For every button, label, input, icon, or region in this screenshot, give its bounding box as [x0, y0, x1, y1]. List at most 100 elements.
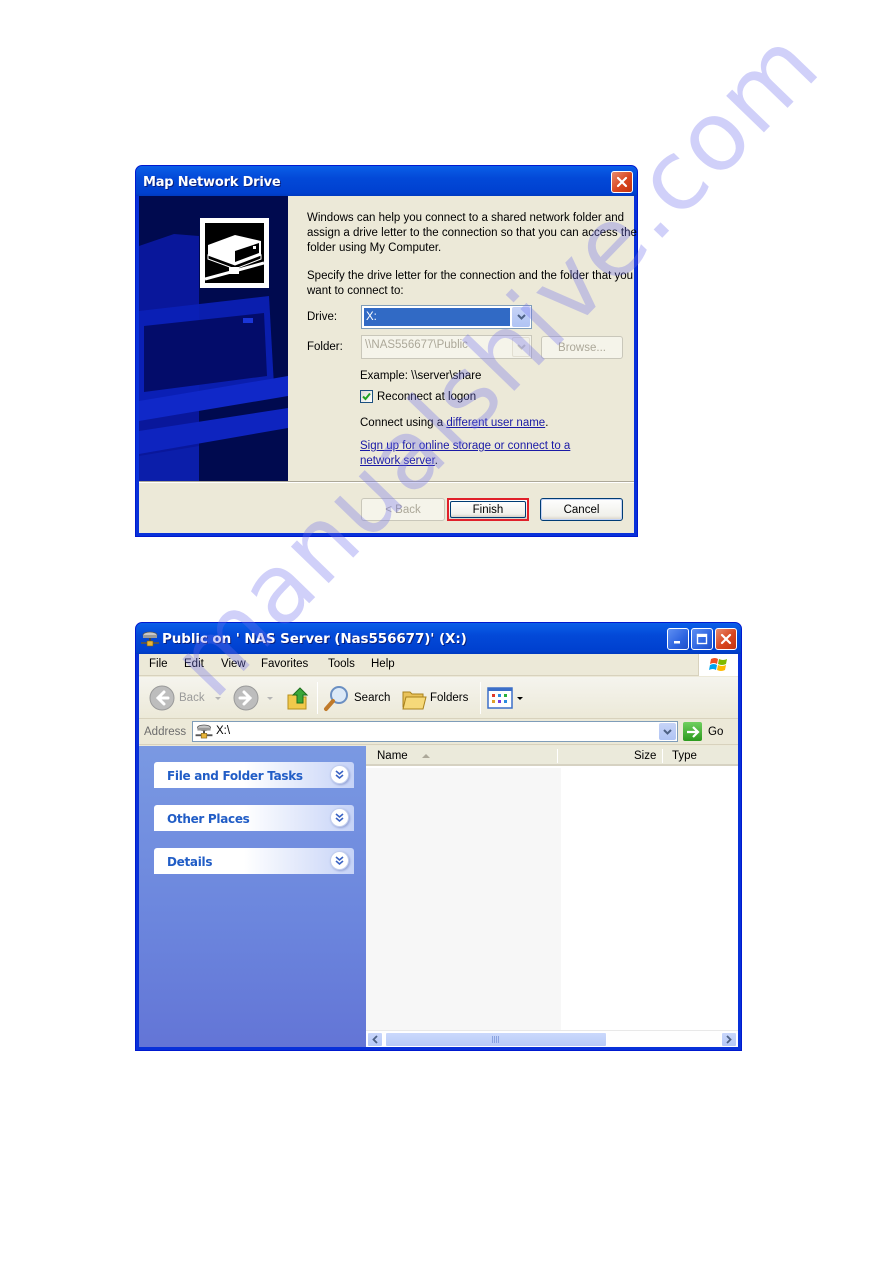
menu-tools[interactable]: Tools: [328, 658, 355, 670]
address-label: Address: [144, 726, 187, 738]
minimize-icon: [674, 641, 680, 644]
example-text: Example: \\server\share: [360, 370, 482, 382]
close-icon: [720, 633, 732, 645]
dialog-separator: [139, 481, 634, 483]
column-header-type[interactable]: Type: [672, 750, 697, 762]
chevron-down-icon: [663, 728, 672, 735]
explorer-title-bar[interactable]: Public on ' NAS Server (Nas556677)' (X:): [136, 623, 741, 654]
folders-label: Folders: [430, 692, 469, 704]
forward-arrow-icon: [233, 685, 259, 711]
go-button[interactable]: Go: [683, 722, 723, 741]
forward-button[interactable]: [233, 684, 275, 712]
expand-button[interactable]: [330, 765, 349, 784]
cancel-button[interactable]: Cancel: [540, 498, 623, 521]
folders-icon: [402, 691, 427, 710]
folder-select[interactable]: \\NAS556677\Public: [361, 335, 532, 359]
column-separator[interactable]: [662, 749, 663, 763]
back-button[interactable]: < Back: [361, 498, 445, 521]
signup-text: Sign up for online storage or connect to…: [360, 439, 600, 469]
maximize-icon: [696, 633, 708, 645]
column-separator[interactable]: [557, 749, 558, 763]
reconnect-label: Reconnect at logon: [377, 390, 477, 403]
dialog-title-bar[interactable]: Map Network Drive: [136, 166, 637, 196]
dropdown-arrow-icon: [267, 697, 273, 700]
search-icon: [324, 686, 348, 711]
search-label: Search: [354, 692, 391, 704]
toolbar: Back Search Folders: [139, 677, 738, 719]
search-button[interactable]: Search: [323, 684, 390, 712]
network-drive-icon: [141, 631, 159, 647]
toolbar-separator: [317, 682, 318, 714]
network-drive-icon: [195, 724, 213, 739]
address-bar: Address X:\ Go: [139, 720, 738, 745]
back-button[interactable]: Back: [149, 684, 223, 712]
scroll-right-button[interactable]: [721, 1032, 737, 1047]
map-network-drive-dialog: Map Network Drive Windows can help you c…: [135, 165, 638, 537]
scrollbar-thumb[interactable]: [385, 1032, 607, 1047]
scroll-left-button[interactable]: [367, 1032, 383, 1047]
window-close-button[interactable]: [715, 628, 737, 650]
up-folder-icon: [287, 687, 309, 710]
task-group-details[interactable]: Details: [154, 848, 354, 874]
task-group-other-places[interactable]: Other Places: [154, 805, 354, 831]
address-dropdown-button[interactable]: [659, 723, 676, 740]
intro-text: Windows can help you connect to a shared…: [307, 212, 637, 254]
finish-button[interactable]: Finish: [450, 501, 526, 518]
close-icon: [616, 176, 628, 188]
toolbar-separator: [480, 682, 481, 714]
folders-button[interactable]: Folders: [401, 684, 468, 712]
go-label: Go: [708, 725, 724, 738]
task-pane: File and Folder Tasks Other Places Detai…: [139, 746, 366, 1047]
maximize-button[interactable]: [691, 628, 713, 650]
menu-edit[interactable]: Edit: [184, 658, 204, 670]
expand-button[interactable]: [330, 808, 349, 827]
instruction-text: Specify the drive letter for the connect…: [307, 270, 634, 297]
drive-dropdown-button[interactable]: [512, 307, 530, 327]
windows-flag-icon: [708, 658, 727, 671]
expand-button[interactable]: [330, 851, 349, 870]
task-group-title: Other Places: [167, 812, 250, 826]
chevron-left-icon: [372, 1035, 378, 1044]
column-header-size[interactable]: Size: [634, 750, 656, 762]
wizard-side-banner: [139, 196, 288, 481]
dropdown-arrow-icon: [517, 697, 523, 700]
window-title: Public on ' NAS Server (Nas556677)' (X:): [162, 631, 467, 647]
go-arrow-icon: [683, 722, 702, 741]
double-chevron-down-icon: [335, 769, 344, 779]
menu-file[interactable]: File: [149, 658, 168, 670]
views-button[interactable]: [487, 684, 525, 712]
folder-dropdown-button[interactable]: [512, 337, 530, 357]
reconnect-checkbox-row[interactable]: Reconnect at logon: [360, 390, 476, 403]
windows-logo-box: [698, 654, 738, 676]
dialog-body: Windows can help you connect to a shared…: [139, 196, 637, 533]
drive-select[interactable]: X:: [361, 305, 532, 329]
file-list-view[interactable]: Name Size Type: [366, 746, 738, 1047]
checkmark-icon: [362, 392, 371, 401]
finish-button-highlight[interactable]: Finish: [447, 498, 529, 521]
task-group-file-folder-tasks[interactable]: File and Folder Tasks: [154, 762, 354, 788]
drive-select-value: X:: [363, 307, 511, 327]
sorted-column-shading: [366, 768, 561, 1030]
dialog-title: Map Network Drive: [143, 175, 281, 190]
explorer-window: Public on ' NAS Server (Nas556677)' (X:)…: [135, 622, 742, 1051]
signup-online-storage-link[interactable]: Sign up for online storage or connect to…: [360, 440, 570, 467]
horizontal-scrollbar[interactable]: [366, 1030, 738, 1047]
browse-button[interactable]: Browse...: [541, 336, 623, 359]
reconnect-checkbox[interactable]: [360, 390, 373, 403]
menu-help[interactable]: Help: [371, 658, 395, 670]
minimize-button[interactable]: [667, 628, 689, 650]
drive-label: Drive:: [307, 311, 338, 323]
task-group-title: File and Folder Tasks: [167, 769, 303, 783]
menu-favorites[interactable]: Favorites: [261, 658, 308, 670]
address-input[interactable]: X:\: [192, 721, 678, 742]
chevron-down-icon: [516, 314, 526, 320]
up-folder-button[interactable]: [286, 684, 310, 712]
chevron-right-icon: [726, 1035, 732, 1044]
views-icon: [487, 687, 513, 709]
different-user-name-link[interactable]: different user name: [446, 417, 545, 429]
column-header-name[interactable]: Name: [377, 750, 431, 762]
menu-view[interactable]: View: [221, 658, 246, 670]
connect-using-prefix: Connect using a: [360, 417, 447, 429]
explorer-client-area: File Edit View Favorites Tools Help Back…: [139, 654, 738, 1047]
dialog-close-button[interactable]: [611, 171, 633, 193]
